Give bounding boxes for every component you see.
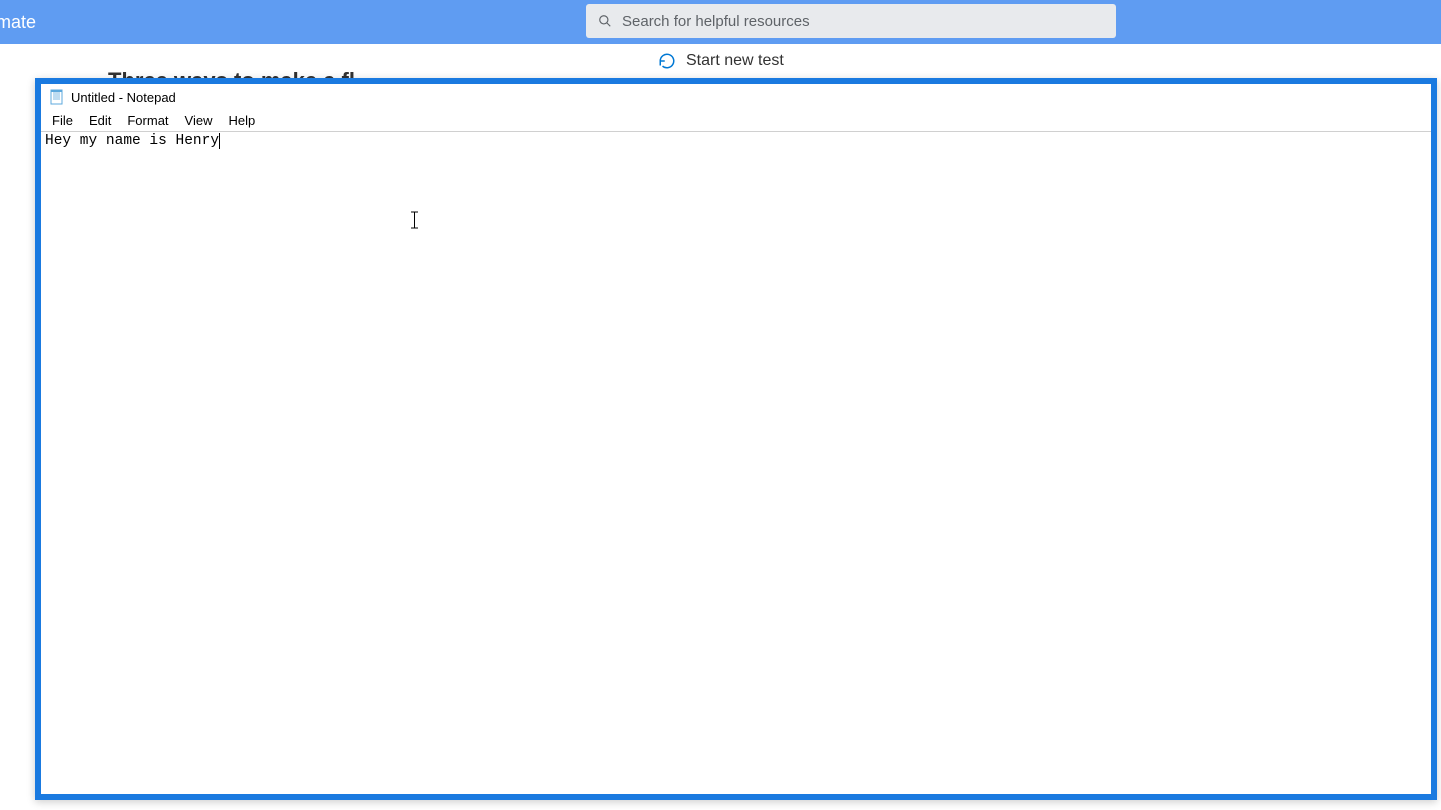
search-placeholder: Search for helpful resources [622,13,810,30]
background-header: mate Search for helpful resources [0,0,1441,44]
menu-file[interactable]: File [45,111,80,130]
notepad-menubar: File Edit Format View Help [41,110,1431,132]
search-input[interactable]: Search for helpful resources [586,4,1116,38]
notepad-window: Untitled - Notepad File Edit Format View… [35,78,1437,800]
start-new-test-label: Start new test [686,52,784,70]
menu-edit[interactable]: Edit [82,111,118,130]
ibeam-cursor-icon [410,211,419,229]
search-icon [598,14,612,28]
text-caret [219,133,220,149]
background-app-title: mate [0,12,36,33]
start-new-test-link[interactable]: Start new test [658,52,784,70]
notepad-editor[interactable]: Hey my name is Henry [41,132,1431,794]
notepad-title: Untitled - Notepad [71,90,176,105]
refresh-icon [658,52,676,70]
editor-text: Hey my name is Henry [45,133,219,149]
notepad-app-icon [49,89,65,105]
menu-format[interactable]: Format [120,111,175,130]
menu-help[interactable]: Help [221,111,262,130]
notepad-titlebar[interactable]: Untitled - Notepad [41,84,1431,110]
menu-view[interactable]: View [178,111,220,130]
